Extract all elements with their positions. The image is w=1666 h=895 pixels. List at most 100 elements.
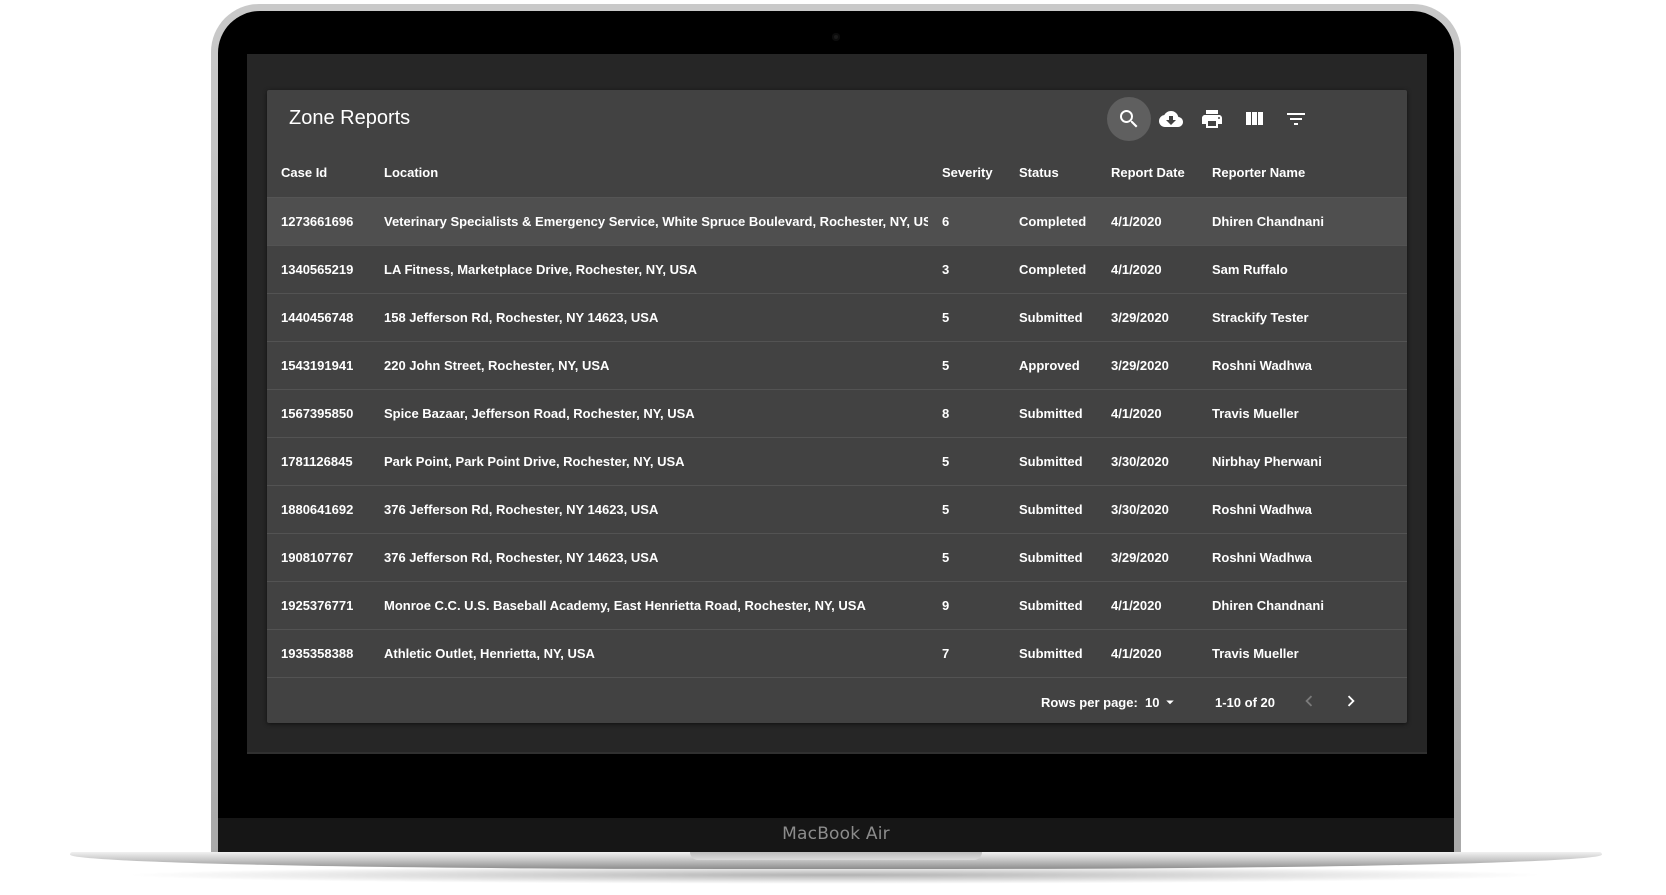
severity-cell: 5 [928,293,1005,342]
column-header-case-id[interactable]: Case Id [267,148,370,198]
status-cell: Completed [1005,197,1097,246]
case-id-cell: 1273661696 [267,197,370,246]
table-row[interactable]: 1440456748 158 Jefferson Rd, Rochester, … [267,293,1407,342]
search-button[interactable] [1107,97,1151,141]
zone-reports-card: Zone Reports Case Id Location Severity S… [267,90,1407,723]
case-id-cell: 1925376771 [267,581,370,630]
location-cell: Monroe C.C. U.S. Baseball Academy, East … [370,581,928,630]
page-range-label: 1-10 of 20 [1215,695,1275,710]
screen: Zone Reports Case Id Location Severity S… [247,54,1427,754]
severity-cell: 8 [928,389,1005,438]
column-header-status[interactable]: Status [1005,148,1097,198]
report-date-cell: 4/1/2020 [1097,629,1198,678]
report-date-cell: 3/30/2020 [1097,437,1198,486]
status-cell: Submitted [1005,581,1097,630]
report-date-cell: 4/1/2020 [1097,581,1198,630]
location-cell: 376 Jefferson Rd, Rochester, NY 14623, U… [370,485,928,534]
table-row[interactable]: 1340565219 LA Fitness, Marketplace Drive… [267,245,1407,294]
location-cell: 376 Jefferson Rd, Rochester, NY 14623, U… [370,533,928,582]
table-row[interactable]: 1273661696 Veterinary Specialists & Emer… [267,197,1407,246]
print-icon [1202,110,1222,128]
column-header-location[interactable]: Location [370,148,928,198]
rows-per-page-value: 10 [1145,694,1160,710]
reporter-name-cell: Roshni Wadhwa [1198,533,1407,582]
severity-cell: 5 [928,533,1005,582]
table-row[interactable]: 1908107767 376 Jefferson Rd, Rochester, … [267,533,1407,582]
rows-per-page-label: Rows per page: [1041,695,1138,710]
previous-page-button[interactable] [1291,683,1327,719]
card-toolbar: Zone Reports [267,90,1407,148]
case-id-cell: 1543191941 [267,341,370,390]
rows-per-page-select[interactable]: 10 [1145,693,1179,711]
report-date-cell: 4/1/2020 [1097,197,1198,246]
view-column-icon [1246,112,1263,125]
column-header-report-date[interactable]: Report Date [1097,148,1198,198]
severity-cell: 3 [928,245,1005,294]
reports-table: Case Id Location Severity Status Report … [267,148,1407,678]
location-cell: 158 Jefferson Rd, Rochester, NY 14623, U… [370,293,928,342]
view-columns-button[interactable] [1232,97,1276,141]
status-cell: Submitted [1005,629,1097,678]
report-date-cell: 3/29/2020 [1097,293,1198,342]
status-cell: Approved [1005,341,1097,390]
location-cell: Veterinary Specialists & Emergency Servi… [370,197,928,246]
table-row[interactable]: 1567395850 Spice Bazaar, Jefferson Road,… [267,389,1407,438]
reporter-name-cell: Travis Mueller [1198,389,1407,438]
severity-cell: 6 [928,197,1005,246]
table-row[interactable]: 1781126845 Park Point, Park Point Drive,… [267,437,1407,486]
reporter-name-cell: Nirbhay Pherwani [1198,437,1407,486]
next-page-button[interactable] [1333,683,1369,719]
severity-cell: 7 [928,629,1005,678]
report-date-cell: 4/1/2020 [1097,245,1198,294]
table-row[interactable]: 1543191941 220 John Street, Rochester, N… [267,341,1407,390]
table-row[interactable]: 1925376771 Monroe C.C. U.S. Baseball Aca… [267,581,1407,630]
severity-cell: 5 [928,485,1005,534]
reporter-name-cell: Strackify Tester [1198,293,1407,342]
page-title: Zone Reports [289,107,411,129]
status-cell: Submitted [1005,437,1097,486]
brand-label: MacBook Air [782,824,890,844]
status-cell: Submitted [1005,533,1097,582]
reporter-name-cell: Dhiren Chandnani [1198,197,1407,246]
chevron-right-icon [1347,695,1355,707]
print-button[interactable] [1190,97,1234,141]
column-header-severity[interactable]: Severity [928,148,1005,198]
chevron-left-icon [1305,695,1313,707]
table-row[interactable]: 1880641692 376 Jefferson Rd, Rochester, … [267,485,1407,534]
case-id-cell: 1935358388 [267,629,370,678]
severity-cell: 5 [928,341,1005,390]
reporter-name-cell: Travis Mueller [1198,629,1407,678]
case-id-cell: 1340565219 [267,245,370,294]
reporter-name-cell: Roshni Wadhwa [1198,341,1407,390]
table-header-row: Case Id Location Severity Status Report … [267,148,1407,198]
location-cell: Athletic Outlet, Henrietta, NY, USA [370,629,928,678]
reporter-name-cell: Dhiren Chandnani [1198,581,1407,630]
download-button[interactable] [1149,97,1193,141]
status-cell: Submitted [1005,293,1097,342]
table-row[interactable]: 1935358388 Athletic Outlet, Henrietta, N… [267,629,1407,678]
location-cell: Spice Bazaar, Jefferson Road, Rochester,… [370,389,928,438]
severity-cell: 9 [928,581,1005,630]
case-id-cell: 1567395850 [267,389,370,438]
screen-bottom-edge [247,752,1427,754]
case-id-cell: 1781126845 [267,437,370,486]
case-id-cell: 1908107767 [267,533,370,582]
location-cell: Park Point, Park Point Drive, Rochester,… [370,437,928,486]
reporter-name-cell: Sam Ruffalo [1198,245,1407,294]
reporter-name-cell: Roshni Wadhwa [1198,485,1407,534]
cloud-download-icon [1159,111,1183,127]
camera-icon [832,33,840,41]
report-date-cell: 3/29/2020 [1097,341,1198,390]
column-header-reporter-name[interactable]: Reporter Name [1198,148,1407,198]
laptop-notch [690,852,982,860]
report-date-cell: 4/1/2020 [1097,389,1198,438]
report-date-cell: 3/29/2020 [1097,533,1198,582]
filter-list-icon [1287,113,1305,125]
location-cell: LA Fitness, Marketplace Drive, Rochester… [370,245,928,294]
table-pagination: Rows per page: 10 1-10 of 20 [267,678,1407,723]
report-date-cell: 3/30/2020 [1097,485,1198,534]
arrow-drop-down-icon [1166,700,1175,705]
filter-button[interactable] [1274,97,1318,141]
case-id-cell: 1440456748 [267,293,370,342]
status-cell: Submitted [1005,389,1097,438]
